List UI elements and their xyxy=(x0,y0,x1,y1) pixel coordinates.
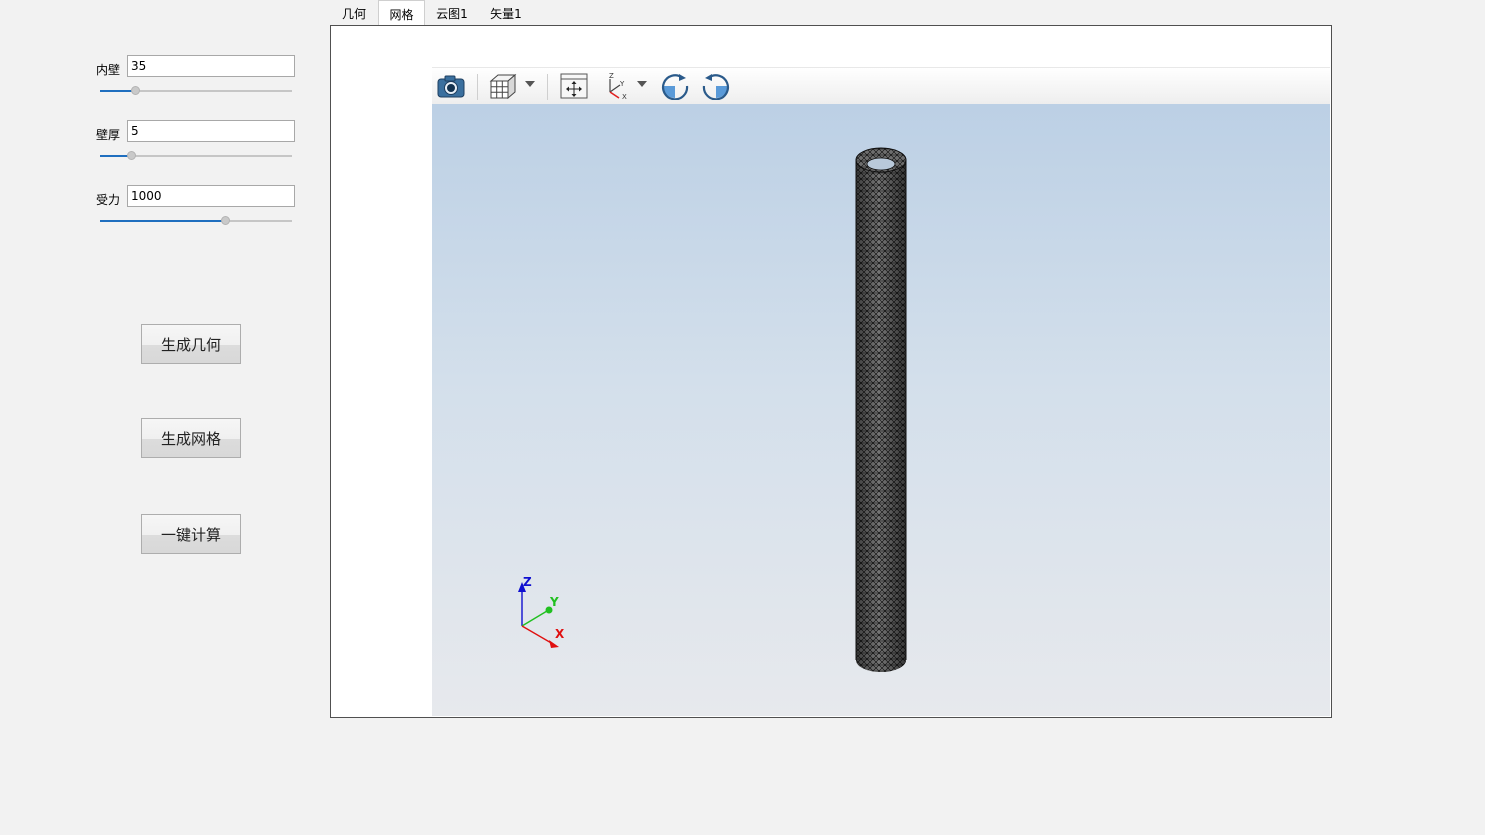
triad-z-label: Z xyxy=(523,575,532,589)
tab-contour-1[interactable]: 云图1 xyxy=(427,3,477,25)
one-click-compute-button[interactable]: 一键计算 xyxy=(141,514,241,554)
rotate-counterclockwise-icon[interactable] xyxy=(701,72,731,103)
rotate-clockwise-icon[interactable] xyxy=(660,72,690,103)
toolbar-axis-z-label: Z xyxy=(609,72,614,80)
slider-fill xyxy=(100,220,225,222)
toolbar-separator xyxy=(477,74,478,100)
tab-geometry[interactable]: 几何 xyxy=(331,3,377,25)
triad-x-label: X xyxy=(555,627,565,641)
slider-thumb[interactable] xyxy=(126,151,136,160)
wall-thickness-label: 壁厚 xyxy=(96,128,121,142)
slider-thumb[interactable] xyxy=(220,216,230,225)
wall-thickness-input[interactable] xyxy=(127,120,295,142)
toolbar-axis-x-label: X xyxy=(622,93,627,100)
viewer-toolbar: Z Y X xyxy=(432,67,1330,105)
mesh-cylinder xyxy=(855,147,907,672)
force-label: 受力 xyxy=(96,193,121,207)
view-cube-icon[interactable] xyxy=(488,72,518,103)
generate-geometry-button[interactable]: 生成几何 xyxy=(141,324,241,364)
dropdown-arrow-icon[interactable] xyxy=(524,78,536,92)
inner-wall-slider[interactable] xyxy=(100,85,292,97)
toolbar-axis-y-label: Y xyxy=(619,80,625,88)
toolbar-separator xyxy=(547,74,548,100)
axis-triad: Z Y X xyxy=(518,575,565,648)
mesh-3d-viewport[interactable]: Z Y X xyxy=(432,104,1330,716)
slider-fill xyxy=(100,90,135,92)
inner-wall-input[interactable] xyxy=(127,55,295,77)
slider-thumb[interactable] xyxy=(130,86,140,95)
camera-icon[interactable] xyxy=(436,72,466,103)
tab-vector-1[interactable]: 矢量1 xyxy=(481,3,531,25)
generate-mesh-button[interactable]: 生成网格 xyxy=(141,418,241,458)
fit-view-icon[interactable] xyxy=(559,72,589,103)
axes-view-icon[interactable]: Z Y X xyxy=(604,72,632,103)
wall-thickness-slider[interactable] xyxy=(100,150,292,162)
dropdown-arrow-icon[interactable] xyxy=(636,78,648,92)
inner-wall-label: 内壁 xyxy=(96,63,121,77)
triad-y-label: Y xyxy=(549,595,559,609)
tab-mesh[interactable]: 网格 xyxy=(378,0,425,26)
force-slider[interactable] xyxy=(100,215,292,227)
force-input[interactable] xyxy=(127,185,295,207)
